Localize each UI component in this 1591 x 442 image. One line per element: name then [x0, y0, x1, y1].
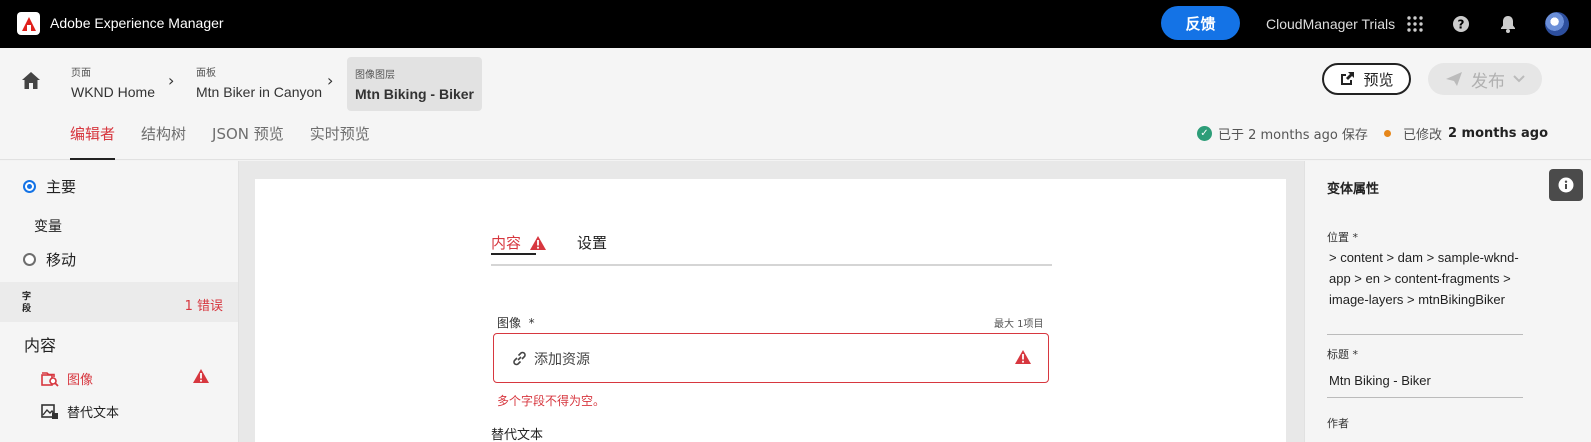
tab-live-preview[interactable]: 实时预览 [310, 123, 370, 160]
radio-unselected-icon [23, 253, 36, 266]
adobe-logo-icon[interactable] [17, 12, 40, 35]
publish-icon [1446, 72, 1462, 86]
alt-text-field-label: 替代文本 [491, 428, 544, 442]
feedback-button[interactable]: 反馈 [1161, 6, 1240, 40]
breadcrumb-type: 图像图层 [355, 70, 395, 81]
properties-panel: 变体属性 位置 * > content > dam > sample-wknd-… [1304, 161, 1541, 442]
radio-selected-icon [23, 180, 36, 193]
image-text-icon [41, 403, 58, 419]
variation-mobile-label: 移动 [46, 251, 77, 269]
publish-label: 发布 [1471, 71, 1505, 91]
variation-main-label: 主要 [46, 178, 77, 196]
left-panel: 主要 变量 移动 字段 1 错误 内容 图像 替代文本 [0, 161, 239, 442]
preview-label: 预览 [1363, 71, 1394, 89]
modified-dot-icon [1383, 130, 1391, 137]
publish-button[interactable]: 发布 [1428, 63, 1542, 95]
field-item-image[interactable]: 图像 [41, 369, 93, 388]
title-label: 标题 * [1327, 348, 1358, 361]
image-field-label: 图像 * [497, 314, 535, 331]
location-label: 位置 * [1327, 231, 1358, 244]
fields-label: 字段 [22, 292, 32, 314]
form-tabs: 内容 设置 [491, 226, 1052, 266]
breadcrumb-type: 面板 [196, 68, 216, 79]
apps-grid-icon[interactable] [1405, 14, 1425, 34]
editor-view-tabs: 编辑者 结构树 JSON 预览 实时预览 [70, 123, 370, 160]
top-bar: Adobe Experience Manager 反馈 CloudManager… [0, 0, 1591, 48]
image-search-icon [41, 371, 59, 387]
breadcrumb-type: 页面 [71, 68, 91, 79]
content-heading: 内容 [24, 336, 57, 355]
tab-settings-label: 设置 [577, 234, 608, 252]
notifications-bell-icon[interactable] [1498, 14, 1518, 34]
breadcrumb-item-current[interactable]: 图像图层 Mtn Biking - Biker [347, 57, 483, 111]
chevron-right-icon: › [327, 71, 334, 90]
alert-icon [530, 235, 547, 250]
app-title[interactable]: Adobe Experience Manager [50, 15, 224, 31]
variations-heading: 变量 [34, 219, 62, 235]
validation-error-message: 多个字段不得为空。 [497, 394, 606, 408]
user-avatar[interactable] [1545, 12, 1569, 36]
right-rail [1541, 161, 1591, 442]
modified-time: 2 months ago [1447, 126, 1548, 141]
active-tab-indicator [491, 253, 536, 255]
svg-text:?: ? [1458, 18, 1465, 32]
chevron-down-icon [1513, 75, 1525, 83]
tab-json-preview[interactable]: JSON 预览 [212, 123, 284, 160]
author-label: 作者 [1327, 417, 1349, 430]
org-switcher[interactable]: CloudManager Trials [1266, 16, 1395, 32]
max-items-label: 最大 1项目 [994, 319, 1044, 330]
link-icon [511, 350, 528, 371]
errors-count[interactable]: 1 错误 [185, 295, 223, 314]
tab-editor[interactable]: 编辑者 [70, 123, 116, 160]
breadcrumb-title: Mtn Biker in Canyon [196, 84, 323, 100]
help-icon[interactable]: ? [1451, 14, 1471, 34]
variation-mobile[interactable]: 移动 [23, 249, 76, 270]
alert-icon [192, 368, 210, 388]
field-item-alt-text[interactable]: 替代文本 [41, 402, 119, 421]
divider [1327, 397, 1523, 398]
chevron-right-icon: › [168, 71, 175, 90]
tab-content-label: 内容 [491, 234, 522, 252]
alert-icon [1014, 349, 1032, 369]
modified-label: 已修改 [1402, 128, 1442, 143]
field-label: 图像 [67, 373, 94, 388]
field-label: 替代文本 [67, 406, 120, 421]
external-link-icon [1341, 72, 1355, 85]
page-header: 页面 WKND Home › 面板 Mtn Biker in Canyon › … [0, 48, 1591, 160]
tab-content[interactable]: 内容 [491, 232, 547, 255]
tab-settings[interactable]: 设置 [577, 232, 607, 253]
info-icon[interactable] [1549, 169, 1583, 201]
title-value: Mtn Biking - Biker [1329, 373, 1431, 388]
breadcrumb-title: WKND Home [71, 84, 156, 100]
tab-structure-tree[interactable]: 结构树 [141, 123, 186, 160]
breadcrumb-item-page[interactable]: 页面 WKND Home [71, 64, 155, 100]
add-asset-field[interactable]: 添加资源 [493, 333, 1049, 383]
breadcrumb-item-panel[interactable]: 面板 Mtn Biker in Canyon [196, 64, 322, 100]
breadcrumb-title: Mtn Biking - Biker [355, 86, 475, 102]
saved-check-icon: ✓ [1196, 126, 1212, 141]
fields-header: 字段 1 错误 [0, 282, 238, 322]
preview-button[interactable]: 预览 [1322, 63, 1411, 95]
save-status: ✓ 已于 2 months ago 保存 已修改 2 months ago [1196, 124, 1548, 143]
image-label-text: 图像 [497, 316, 522, 330]
add-asset-text: 添加资源 [534, 352, 590, 368]
saved-text: 已于 2 months ago 保存 [1217, 128, 1368, 143]
home-icon[interactable] [20, 70, 42, 92]
variation-main[interactable]: 主要 [23, 176, 76, 197]
divider [1327, 334, 1523, 335]
required-mark: * [528, 316, 535, 330]
location-value: > content > dam > sample-wknd-app > en >… [1329, 250, 1519, 307]
panel-title: 变体属性 [1327, 182, 1380, 197]
editor-form [255, 179, 1286, 442]
